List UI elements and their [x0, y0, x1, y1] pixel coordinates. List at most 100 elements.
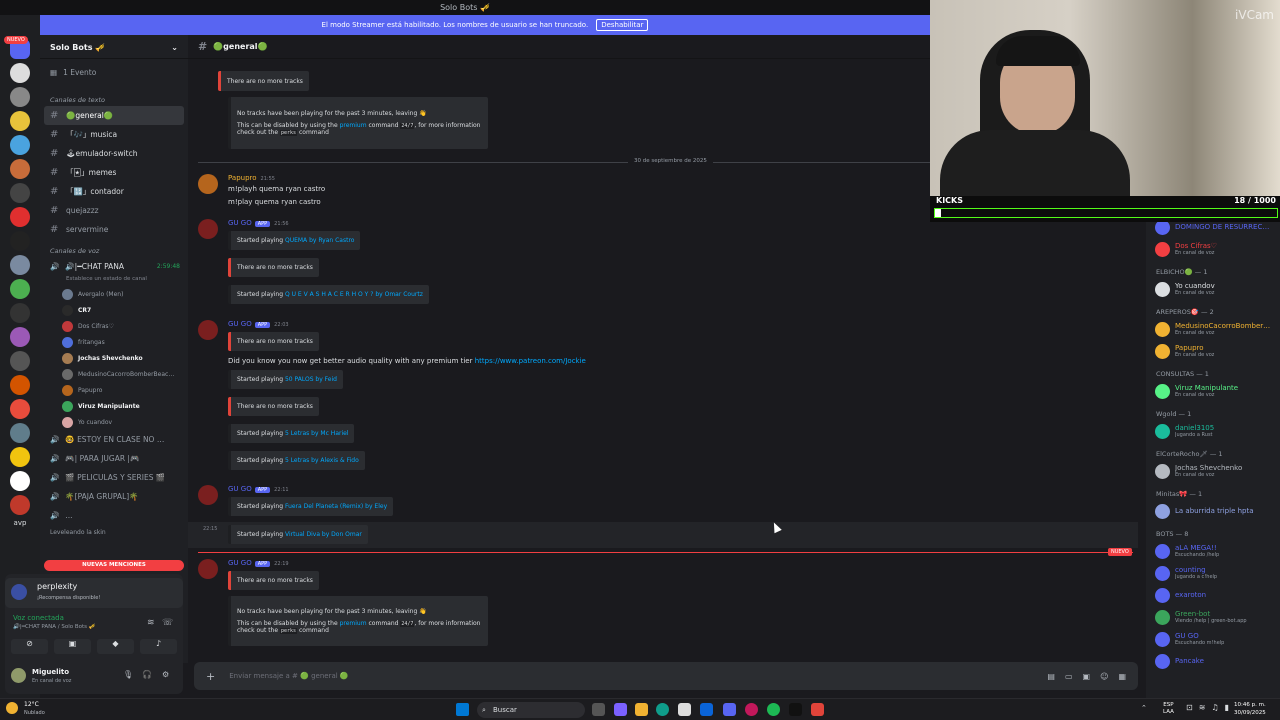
voice-user[interactable]: fritangas: [40, 334, 188, 350]
wifi-icon[interactable]: ≋: [1199, 703, 1206, 712]
windows-start-icon[interactable]: [456, 703, 469, 716]
server-icon[interactable]: [10, 135, 30, 155]
sticker-icon[interactable]: ▣: [1083, 672, 1091, 681]
opera-icon[interactable]: [745, 703, 758, 716]
avatar[interactable]: [198, 320, 218, 340]
voice-user[interactable]: Papupro: [40, 382, 188, 398]
microphone-icon[interactable]: 🎙: [123, 670, 133, 679]
text-channel-item[interactable]: # 「🔢」contador: [40, 182, 188, 201]
text-category[interactable]: Canales de texto: [40, 88, 188, 106]
server-icon[interactable]: [10, 111, 30, 131]
avatar[interactable]: [198, 559, 218, 579]
text-channel-item[interactable]: # 🕹emulador-switch: [40, 144, 188, 163]
spotify-icon[interactable]: [767, 703, 780, 716]
soundboard-icon[interactable]: ♪: [140, 639, 177, 654]
member-item[interactable]: Papupro En canal de voz: [1146, 340, 1280, 362]
text-channel-item[interactable]: # 「🎶」musica: [40, 125, 188, 144]
server-icon[interactable]: [10, 279, 30, 299]
app-icon[interactable]: [811, 703, 824, 716]
server-icon[interactable]: [10, 255, 30, 275]
server-icon[interactable]: [10, 447, 30, 467]
camera-icon[interactable]: ⊘: [11, 639, 48, 654]
voice-user[interactable]: Jochas Shevchenko: [40, 350, 188, 366]
voice-user[interactable]: Yo cuandov: [40, 414, 188, 430]
member-item[interactable]: Viruz Manipulante En canal de voz: [1146, 380, 1280, 402]
text-channel-item[interactable]: # 「🃏」memes: [40, 163, 188, 182]
noise-suppression-icon[interactable]: ≋: [147, 618, 155, 628]
avatar[interactable]: [198, 219, 218, 239]
message-author[interactable]: Papupro 21:55: [228, 174, 275, 182]
member-item[interactable]: counting Jugando a c!help: [1146, 562, 1280, 584]
voice-channel[interactable]: 🔊 🔊|━CHAT PANA 2:59:48: [40, 257, 188, 276]
text-channel-item[interactable]: # quejazzz: [40, 201, 188, 220]
server-icon[interactable]: [10, 159, 30, 179]
weather-desc[interactable]: Nublado: [24, 710, 45, 716]
edge-icon[interactable]: [656, 703, 669, 716]
message-input[interactable]: Enviar mensaje a # 🟢 general 🟢: [229, 672, 348, 680]
apps-icon[interactable]: ▦: [1118, 672, 1126, 681]
server-icon[interactable]: [10, 231, 30, 251]
copilot-icon[interactable]: [614, 703, 627, 716]
voice-channel-item[interactable]: 🔊 🎬 PELICULAS Y SERIES 🎬: [40, 468, 188, 487]
member-item[interactable]: Dos Cifras♡ En canal de voz: [1146, 238, 1280, 260]
server-icon[interactable]: [10, 207, 30, 227]
message-author[interactable]: GU GO APP 21:56: [228, 219, 289, 227]
store-icon[interactable]: [678, 703, 691, 716]
weather-icon[interactable]: [6, 702, 18, 714]
language-indicator[interactable]: ESP LAA: [1163, 702, 1174, 716]
voice-user[interactable]: Viruz Manipulante: [40, 398, 188, 414]
member-item[interactable]: daniel3105 Jugando a Rust: [1146, 420, 1280, 442]
screen-share-icon[interactable]: ▣: [54, 639, 91, 654]
message-author[interactable]: GU GO APP 22:19: [228, 559, 289, 567]
member-item[interactable]: aLA MEGA!! Escuchando /help: [1146, 540, 1280, 562]
voice-user[interactable]: Avergalo (Men): [40, 286, 188, 302]
voice-user[interactable]: CR7: [40, 302, 188, 318]
member-item[interactable]: GU GO Escuchando m!help: [1146, 628, 1280, 650]
volume-icon[interactable]: ♫: [1211, 703, 1218, 712]
voice-user[interactable]: MedusinoCacorroBomberBeac…: [40, 366, 188, 382]
voice-category[interactable]: Canales de voz: [40, 239, 188, 257]
server-icon[interactable]: [10, 423, 30, 443]
perplexity-promo[interactable]: perplexity ¡Recompensa disponible!: [5, 578, 183, 608]
member-item[interactable]: Green-bot Viendo /help | green-bot.app: [1146, 606, 1280, 628]
avatar[interactable]: [198, 174, 218, 194]
member-item[interactable]: Yo cuandov En canal de voz: [1146, 278, 1280, 300]
server-icon[interactable]: [10, 327, 30, 347]
activity-icon[interactable]: ◆: [97, 639, 134, 654]
gif-icon[interactable]: ▭: [1065, 672, 1073, 681]
text-channel-item[interactable]: # 🟢general🟢: [44, 106, 184, 125]
server-header[interactable]: Solo Bots 🎺 ⌄: [40, 35, 188, 59]
discord-icon[interactable]: [723, 703, 736, 716]
voice-channel-item[interactable]: 🔊...: [40, 506, 188, 525]
server-icon[interactable]: [10, 183, 30, 203]
avatar[interactable]: [198, 485, 218, 505]
member-item[interactable]: Pancake: [1146, 650, 1280, 672]
headphones-icon[interactable]: 🎧: [142, 670, 152, 679]
message-author[interactable]: GU GO APP 22:03: [228, 320, 289, 328]
server-icon[interactable]: [10, 351, 30, 371]
disconnect-icon[interactable]: ☏: [162, 618, 173, 628]
avatar[interactable]: [11, 668, 26, 683]
member-item[interactable]: La aburrida triple hpta: [1146, 500, 1280, 522]
weather-temp[interactable]: 12°C: [24, 701, 39, 708]
text-channel-item[interactable]: # servermine: [40, 220, 188, 239]
voice-channel-item[interactable]: 🔊 🤓 ESTOY EN CLASE NO …: [40, 430, 188, 449]
server-icon[interactable]: [10, 399, 30, 419]
voice-status[interactable]: Establece un estado de canal: [40, 276, 188, 286]
events-item[interactable]: ▦ 1 Evento: [40, 63, 188, 82]
chevron-up-icon[interactable]: ⌃: [1141, 704, 1147, 712]
voice-user[interactable]: Dos Cifras♡: [40, 318, 188, 334]
voice-connected-label[interactable]: Voz conectada: [13, 614, 64, 622]
server-icon[interactable]: [10, 495, 30, 515]
clock[interactable]: 10:46 p. m. 30/09/2025: [1234, 701, 1266, 717]
tiktok-icon[interactable]: [789, 703, 802, 716]
gear-icon[interactable]: ⚙: [162, 670, 169, 679]
leveling-label[interactable]: Leveleando la skin: [40, 525, 188, 540]
server-icon[interactable]: [10, 471, 30, 491]
server-icon[interactable]: [10, 63, 30, 83]
voice-connected-channel[interactable]: 🔊|━CHAT PANA / Solo Bots 🎺: [13, 624, 96, 630]
task-view-icon[interactable]: [592, 703, 605, 716]
tray-icon[interactable]: ⊡: [1186, 703, 1193, 712]
voice-channel-item[interactable]: 🔊 🎮| PARA JUGAR |🎮: [40, 449, 188, 468]
server-icon[interactable]: [10, 375, 30, 395]
